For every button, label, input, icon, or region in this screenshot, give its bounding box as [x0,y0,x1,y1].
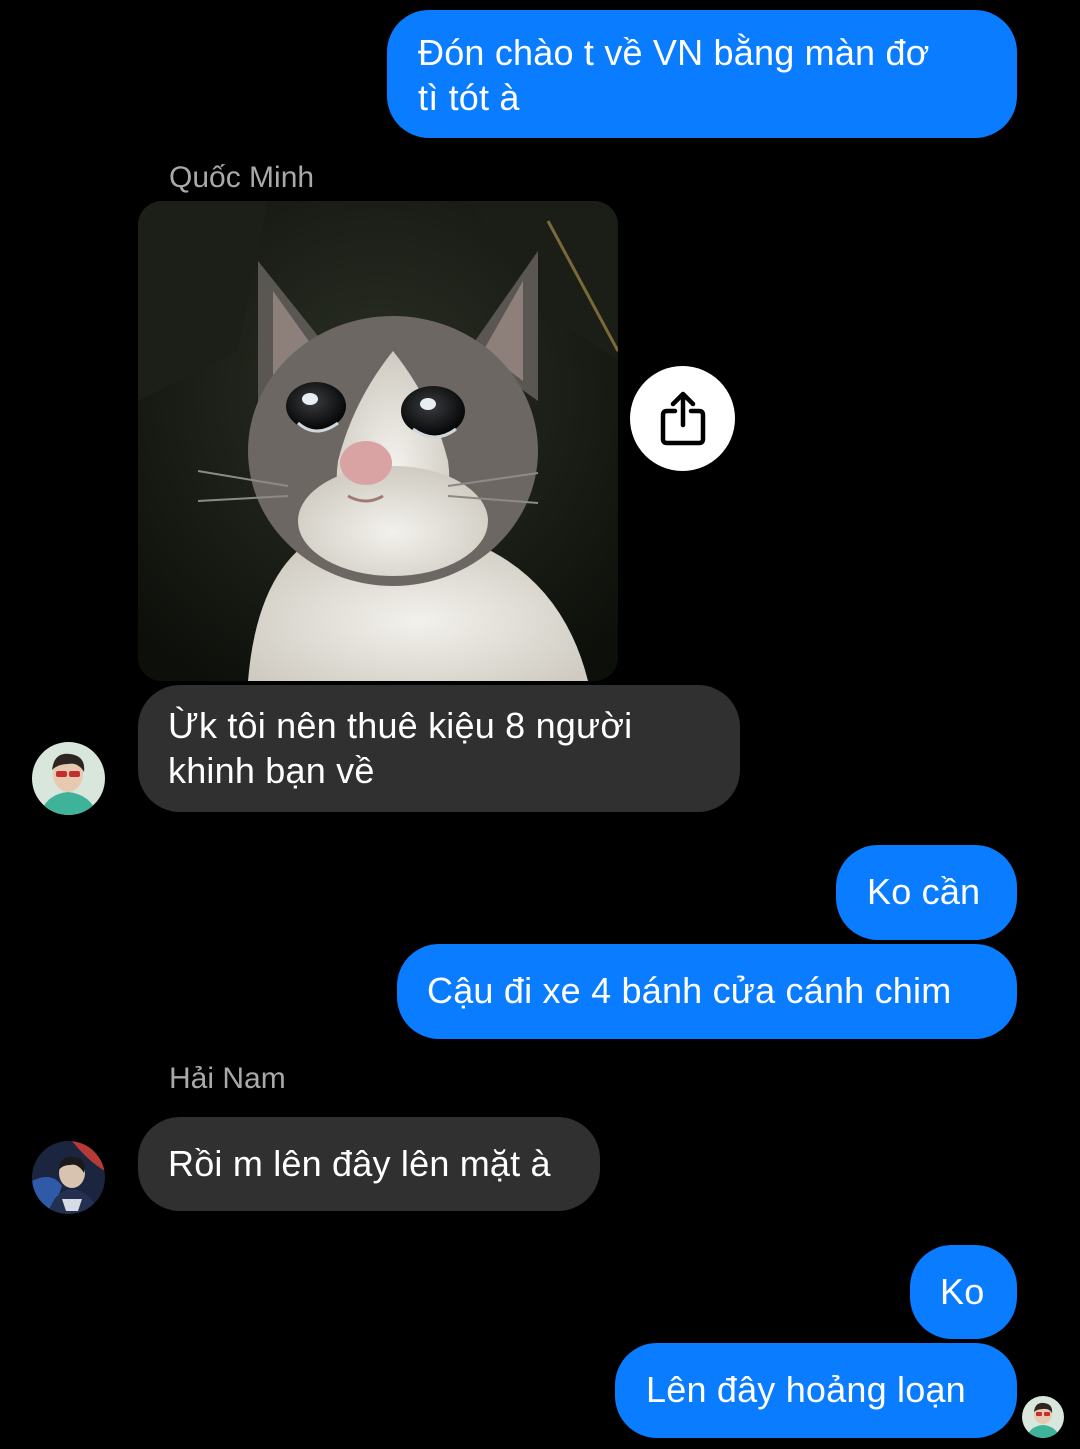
message-text: Đón chào t về VN bằng màn đơ [418,32,930,73]
avatar-image [32,1141,105,1214]
avatar-image [32,742,105,815]
share-button[interactable] [630,366,735,471]
read-receipt-avatar [1022,1396,1064,1438]
message-text: Lên đây hoảng loạn [646,1369,966,1410]
message-text: Cậu đi xe 4 bánh cửa cánh chim [427,970,952,1011]
avatar-image [1022,1396,1064,1438]
avatar-hai-nam[interactable] [32,1141,105,1214]
avatar-quoc-minh[interactable] [32,742,105,815]
message-text: tì tót à [418,77,520,118]
message-text: Rồi m lên đây lên mặt à [168,1143,551,1184]
message-bubble-incoming[interactable]: Rồi m lên đây lên mặt à [138,1117,600,1211]
message-bubble-outgoing[interactable]: Ko [910,1245,1017,1339]
message-bubble-incoming[interactable]: Ừk tôi nên thuê kiệu 8 người khinh bạn v… [138,685,740,812]
crying-cat-image[interactable] [138,201,618,681]
cat-photo-drawing [138,201,618,681]
share-icon [660,391,705,445]
sender-name: Hải Nam [169,1062,286,1095]
message-text: khinh bạn về [168,750,375,791]
message-bubble-outgoing[interactable]: Lên đây hoảng loạn [615,1343,1017,1438]
message-text: Ừk tôi nên thuê kiệu 8 người [168,705,633,746]
message-bubble-outgoing[interactable]: Cậu đi xe 4 bánh cửa cánh chim [397,944,1017,1039]
message-bubble-outgoing[interactable]: Ko cần [836,845,1017,940]
message-bubble-outgoing[interactable]: Đón chào t về VN bằng màn đơ tì tót à [387,10,1017,138]
sender-name: Quốc Minh [169,161,315,194]
message-text: Ko [940,1271,985,1312]
message-text: Ko cần [867,871,981,912]
